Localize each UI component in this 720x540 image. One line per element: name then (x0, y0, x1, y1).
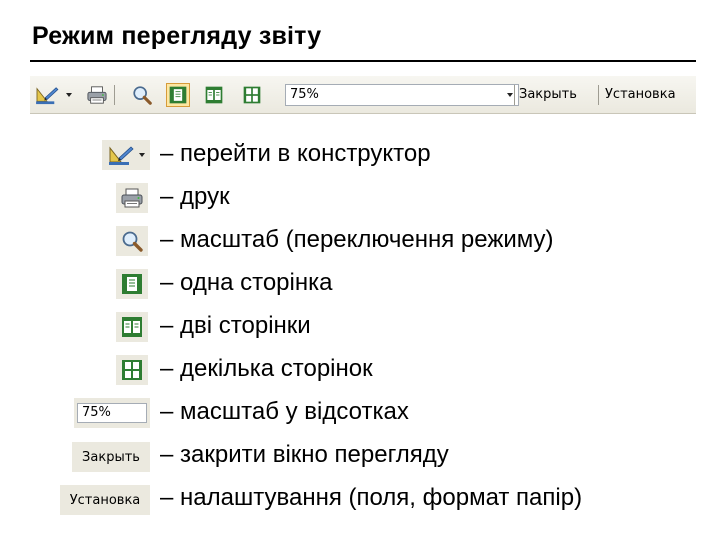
multiple-pages-icon (242, 85, 262, 105)
zoom-value: 75% (290, 87, 319, 102)
print-button[interactable] (85, 83, 109, 107)
two-pages-icon (204, 85, 224, 105)
legend-sample-setup-button: Установка (60, 485, 150, 515)
legend-text: – налаштування (поля, формат папір) (160, 484, 583, 511)
zoom-button[interactable] (130, 83, 154, 107)
legend-text: – одна сторінка (160, 269, 333, 296)
legend-icon-multiple-pages (116, 355, 148, 385)
zoom-icon (120, 229, 144, 253)
print-preview-toolbar: 75% Закрыть Установка (30, 76, 696, 114)
legend-text: – декілька сторінок (160, 355, 373, 382)
slide-title: Режим перегляду звіту (32, 22, 322, 50)
chevron-down-icon (139, 153, 145, 157)
multiple-pages-icon (120, 358, 144, 382)
zoom-dropdown-button[interactable] (502, 85, 518, 105)
design-view-icon (107, 144, 135, 166)
two-pages-button[interactable] (202, 83, 226, 107)
toolbar-separator (598, 85, 599, 105)
legend-text: – перейти в конструктор (160, 140, 431, 167)
print-icon (120, 187, 144, 209)
legend-text: – дві сторінки (160, 312, 311, 339)
one-page-icon (168, 85, 188, 105)
design-view-icon (34, 85, 60, 105)
toolbar-separator (514, 85, 515, 105)
two-pages-icon (120, 315, 144, 339)
legend-icon-print (116, 183, 148, 213)
setup-button[interactable]: Установка (605, 87, 676, 102)
legend-text: – закрити вікно перегляду (160, 441, 449, 468)
toolbar-separator (114, 85, 115, 105)
one-page-icon (120, 272, 144, 296)
legend-text: – масштаб (переключення режиму) (160, 226, 554, 253)
legend-text: – друк (160, 183, 230, 210)
zoom-icon (131, 84, 153, 106)
close-button[interactable]: Закрыть (519, 87, 577, 102)
chevron-down-icon (66, 93, 72, 97)
legend-icon-one-page (116, 269, 148, 299)
zoom-combobox[interactable]: 75% (285, 84, 519, 106)
design-view-button[interactable] (33, 83, 61, 107)
legend-sample-zoom-box: 75% (74, 398, 150, 428)
legend-icon-zoom (116, 226, 148, 256)
zoom-percent-sample: 75% (77, 403, 147, 423)
multiple-pages-button[interactable] (240, 83, 264, 107)
print-icon (86, 85, 108, 105)
one-page-button[interactable] (166, 83, 190, 107)
chevron-down-icon (507, 93, 513, 97)
title-underline (30, 60, 696, 62)
legend-icon-two-pages (116, 312, 148, 342)
design-view-dropdown[interactable] (66, 83, 72, 107)
legend-sample-close-button: Закрыть (72, 442, 150, 472)
legend-icon-design (102, 140, 150, 170)
legend-text: – масштаб у відсотках (160, 398, 409, 425)
